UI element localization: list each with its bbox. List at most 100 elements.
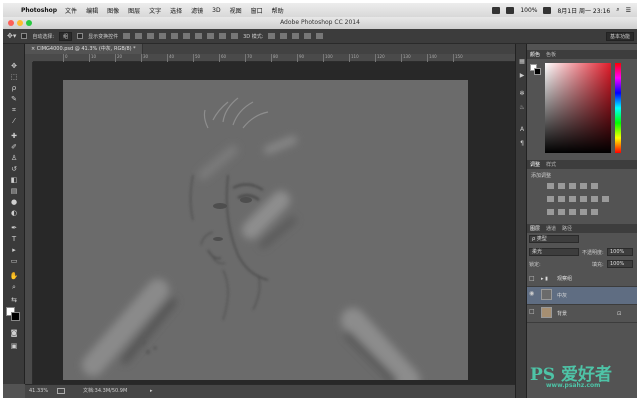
background-color-swatch[interactable] — [11, 312, 20, 321]
history-brush-tool-icon[interactable]: ↺ — [9, 165, 19, 174]
distribute-icon[interactable] — [207, 33, 215, 39]
distribute-icon[interactable] — [219, 33, 227, 39]
visibility-toggle[interactable]: □ — [529, 276, 536, 282]
invert-icon[interactable] — [547, 209, 554, 215]
minimize-button[interactable] — [17, 20, 23, 26]
hue-saturation-icon[interactable] — [547, 196, 554, 202]
align-center-icon[interactable] — [171, 33, 179, 39]
distribute-icon[interactable] — [195, 33, 203, 39]
layer-row[interactable]: □ ▸ ▮ 观察组 — [527, 272, 637, 287]
auto-select-dropdown[interactable]: 组 — [59, 31, 73, 41]
battery-percent[interactable]: 100% — [520, 7, 537, 14]
align-top-icon[interactable] — [123, 33, 131, 39]
fill-input[interactable]: 100% — [607, 260, 633, 268]
ruler-origin[interactable] — [25, 54, 33, 62]
eye-icon[interactable]: ◉ — [529, 291, 536, 297]
gradient-map-icon[interactable] — [580, 209, 587, 215]
menu-file[interactable]: 文件 — [65, 6, 77, 15]
tab-channels[interactable]: 通道 — [546, 225, 556, 232]
distribute-icon[interactable] — [231, 33, 239, 39]
roll-3d-icon[interactable] — [280, 33, 288, 39]
clone-stamp-tool-icon[interactable]: ♙ — [9, 154, 19, 163]
blend-mode-dropdown[interactable]: 柔光 — [529, 248, 579, 256]
bg-color-swatch[interactable] — [534, 68, 541, 75]
exposure-icon[interactable] — [580, 183, 587, 189]
photo-filter-icon[interactable] — [580, 196, 587, 202]
scale-3d-icon[interactable] — [316, 33, 324, 39]
layer-filter-dropdown[interactable]: ρ 类型 — [529, 235, 579, 243]
move-tool-icon[interactable]: ✥▾ — [7, 32, 16, 40]
list-icon[interactable]: ☰ — [626, 7, 631, 14]
drag-3d-icon[interactable] — [292, 33, 300, 39]
selective-color-icon[interactable] — [591, 209, 598, 215]
curves-icon[interactable] — [569, 183, 576, 189]
zoom-level[interactable]: 41.33% — [29, 385, 48, 398]
menu-select[interactable]: 选择 — [170, 6, 182, 15]
hue-slider[interactable] — [615, 63, 621, 153]
posterize-icon[interactable] — [558, 209, 565, 215]
menu-image[interactable]: 图像 — [107, 6, 119, 15]
tab-adjustments[interactable]: 调整 — [530, 161, 540, 168]
gradient-tool-icon[interactable]: ▤ — [9, 187, 19, 196]
hand-tool-icon[interactable]: ✋ — [9, 272, 19, 281]
lasso-tool-icon[interactable]: ρ — [9, 84, 19, 93]
align-middle-icon[interactable] — [135, 33, 143, 39]
zoom-button[interactable] — [26, 20, 32, 26]
menu-help[interactable]: 帮助 — [272, 6, 284, 15]
menu-3d[interactable]: 3D — [212, 7, 220, 14]
eyedropper-tool-icon[interactable]: ⁄ — [9, 117, 19, 126]
align-left-icon[interactable] — [159, 33, 167, 39]
actions-icon[interactable]: ▶ — [518, 72, 526, 80]
quick-select-tool-icon[interactable]: ✎ — [9, 95, 19, 104]
show-transform-checkbox[interactable] — [77, 33, 84, 39]
color-balance-icon[interactable] — [558, 196, 565, 202]
vertical-ruler[interactable] — [25, 62, 33, 384]
tab-color[interactable]: 颜色 — [530, 51, 540, 58]
levels-icon[interactable] — [558, 183, 565, 189]
layer-row[interactable]: □ 背景 ⊡ — [527, 305, 637, 323]
menu-layer[interactable]: 图层 — [128, 6, 140, 15]
marquee-tool-icon[interactable]: ⬚ — [9, 73, 19, 82]
menu-window[interactable]: 窗口 — [251, 6, 263, 15]
document-canvas[interactable] — [63, 80, 468, 380]
menu-type[interactable]: 文字 — [149, 6, 161, 15]
brush-tool-icon[interactable]: ✐ — [9, 143, 19, 152]
menu-view[interactable]: 视图 — [230, 6, 242, 15]
auto-select-checkbox[interactable] — [21, 33, 28, 39]
paragraph-icon[interactable]: ¶ — [518, 140, 526, 148]
path-select-tool-icon[interactable]: ▸ — [9, 246, 19, 255]
eraser-tool-icon[interactable]: ◧ — [9, 176, 19, 185]
opacity-input[interactable]: 100% — [607, 248, 633, 256]
export-icon[interactable] — [57, 388, 65, 394]
type-tool-icon[interactable]: T — [9, 235, 19, 244]
zoom-tool-icon[interactable]: ⌕ — [9, 283, 19, 292]
status-menu-arrow-icon[interactable]: ▸ — [150, 385, 153, 398]
align-bottom-icon[interactable] — [147, 33, 155, 39]
quick-mask-icon[interactable]: ◙ — [9, 329, 19, 338]
blur-tool-icon[interactable]: ● — [9, 198, 19, 207]
visibility-toggle[interactable]: □ — [529, 309, 536, 315]
vibrance-icon[interactable] — [591, 183, 598, 189]
brush-presets-icon[interactable]: ✻ — [518, 90, 526, 98]
close-button[interactable] — [8, 20, 14, 26]
workspace-dropdown[interactable]: 基本功能 — [605, 31, 634, 41]
tab-paths[interactable]: 路径 — [562, 225, 572, 232]
tab-swatches[interactable]: 色板 — [546, 51, 556, 58]
layer-row[interactable]: ◉ 中灰 — [527, 287, 637, 305]
rotate-3d-icon[interactable] — [268, 33, 276, 39]
menu-filter[interactable]: 滤镜 — [191, 6, 203, 15]
color-lookup-icon[interactable] — [602, 196, 609, 202]
threshold-icon[interactable] — [569, 209, 576, 215]
tab-layers[interactable]: 图层 — [530, 225, 540, 232]
wifi-icon[interactable] — [492, 6, 501, 14]
shape-tool-icon[interactable]: ▭ — [9, 257, 19, 266]
horizontal-ruler[interactable]: 0 10 20 30 40 50 60 70 80 90 100 110 120… — [33, 54, 515, 62]
app-name-menu[interactable]: Photoshop — [21, 7, 57, 14]
dodge-tool-icon[interactable]: ◐ — [9, 209, 19, 218]
canvas-workspace[interactable] — [33, 62, 515, 384]
battery-icon[interactable] — [543, 6, 552, 14]
move-tool-icon[interactable]: ✥ — [9, 62, 19, 71]
screen-mode-icon[interactable]: ▣ — [9, 342, 19, 351]
pen-tool-icon[interactable]: ✒ — [9, 224, 19, 233]
search-icon[interactable]: ⌕ — [616, 6, 619, 14]
